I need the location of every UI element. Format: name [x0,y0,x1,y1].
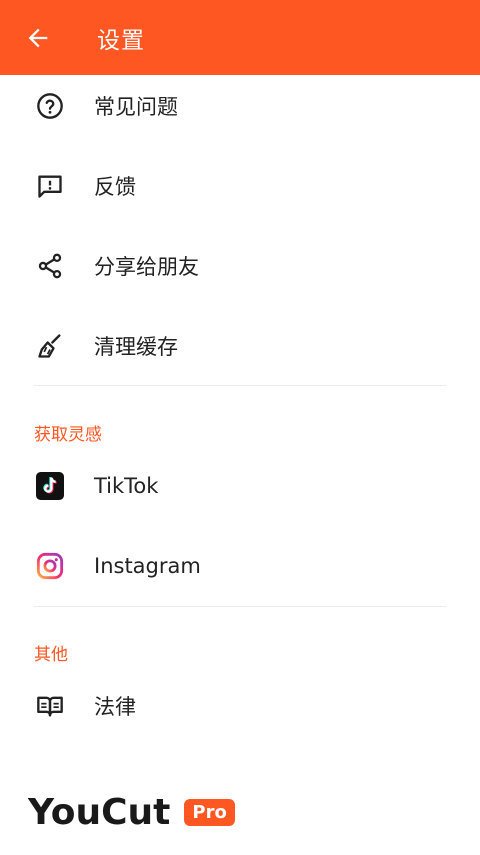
menu-item-legal[interactable]: 法律 [0,666,480,746]
menu-item-faq[interactable]: 常见问题 [0,66,480,146]
feedback-icon [0,146,100,226]
broom-icon [0,306,100,386]
brand-name: YouCut [28,792,171,833]
menu-item-label: 常见问题 [94,95,178,119]
brand-badge: Pro [184,799,235,826]
menu-item-label: 分享给朋友 [94,255,199,279]
book-icon [0,666,100,746]
menu-item-label: Instagram [94,554,201,578]
share-icon [0,226,100,306]
divider [34,606,446,607]
page-title: 设置 [97,27,145,54]
section-title-other: 其他 [34,645,68,665]
section-title-inspiration: 获取灵感 [34,425,102,445]
menu-item-clear-cache[interactable]: 清理缓存 [0,306,480,386]
tiktok-icon [0,446,100,526]
menu-item-instagram[interactable]: Instagram [0,526,480,606]
arrow-left-icon [28,28,47,47]
menu-item-share[interactable]: 分享给朋友 [0,226,480,306]
menu-item-tiktok[interactable]: TikTok [0,446,480,526]
back-button[interactable] [0,0,75,75]
menu-item-feedback[interactable]: 反馈 [0,146,480,226]
menu-item-label: 法律 [94,695,136,719]
menu-item-label: TikTok [94,474,159,498]
menu-item-label: 反馈 [94,175,136,199]
menu-item-label: 清理缓存 [94,335,178,359]
app-bar: 设置 [0,0,480,75]
instagram-icon [0,526,100,606]
brand-watermark: YouCut Pro [0,770,480,855]
help-circle-icon [0,66,100,146]
divider [34,385,446,386]
